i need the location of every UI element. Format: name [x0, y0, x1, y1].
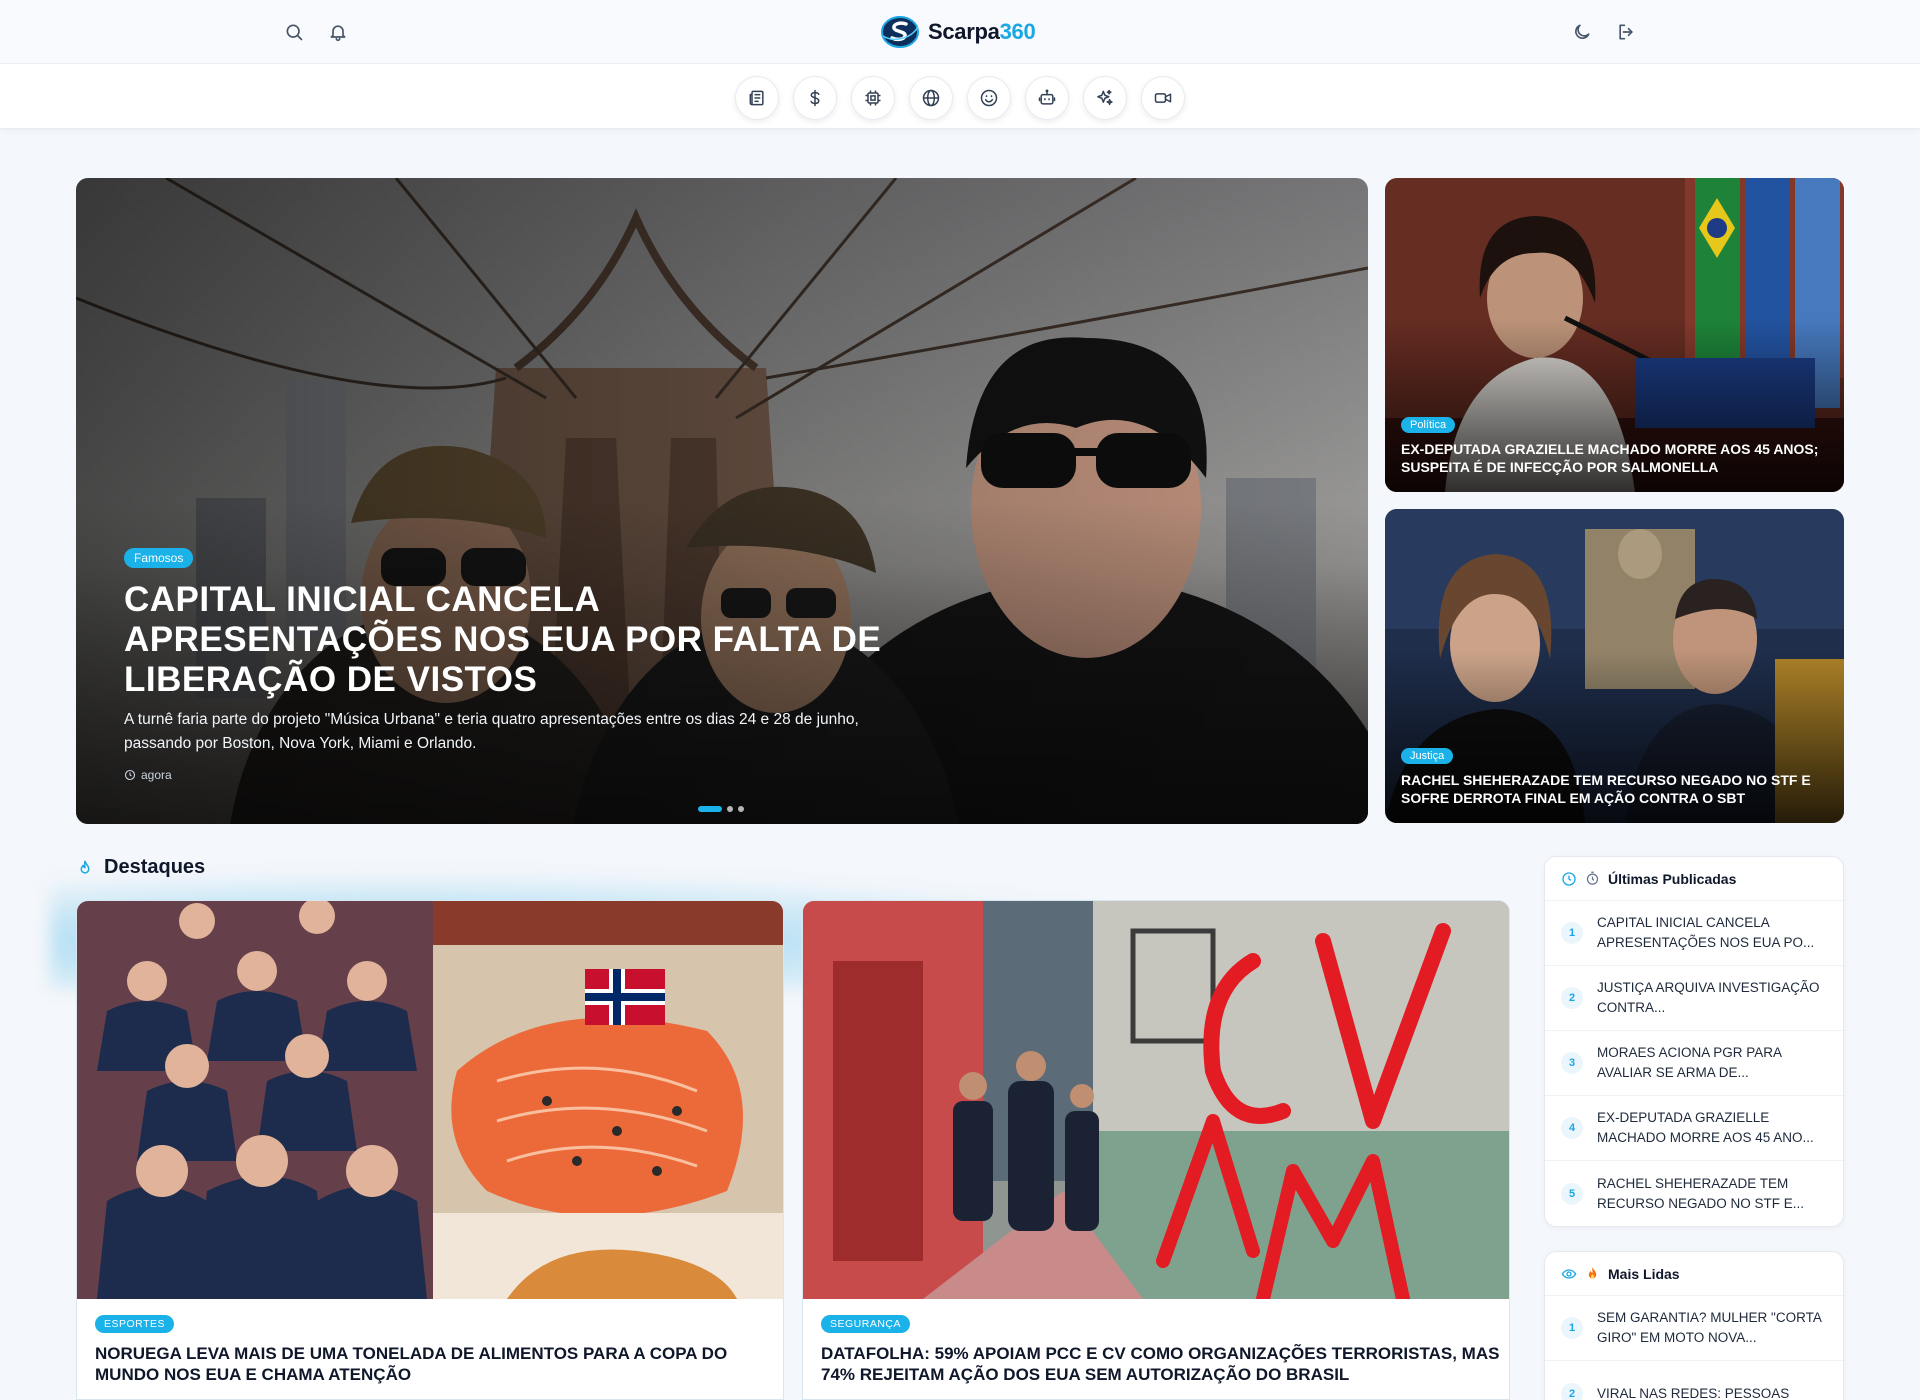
- hero-carousel[interactable]: Famosos Capital Inicial cancela apresent…: [76, 178, 1368, 824]
- featured-story-1-title[interactable]: Noruega leva mais de uma tonelada de ali…: [95, 1343, 775, 1385]
- rank-badge: 3: [1561, 1052, 1583, 1074]
- clock-icon: [124, 769, 136, 781]
- featured-story-1-badge[interactable]: ESPORTES: [95, 1315, 174, 1333]
- moon-icon[interactable]: [1568, 18, 1596, 46]
- rank-badge: 1: [1561, 1317, 1583, 1339]
- most-read-list: Mais Lidas 1 Sem garantia? Mulher "corta …: [1544, 1251, 1844, 1400]
- destaques-heading: Destaques: [76, 856, 205, 879]
- featured-story-1-image: [77, 901, 783, 1299]
- logout-icon[interactable]: [1612, 18, 1640, 46]
- latest-item-title[interactable]: Rachel Sheherazade tem recurso negado no…: [1597, 1174, 1827, 1214]
- category-entertainment-button[interactable]: [967, 76, 1011, 120]
- latest-item[interactable]: 2 Justiça arquiva investigação contra...: [1545, 966, 1843, 1031]
- rank-badge: 1: [1561, 922, 1583, 944]
- clock-icon: [1562, 871, 1576, 886]
- featured-story-2-image: [803, 901, 1509, 1299]
- category-ai-button[interactable]: [1025, 76, 1069, 120]
- globe-icon: [922, 89, 940, 107]
- top-header: Scarpa360: [0, 0, 1920, 64]
- rank-badge: 4: [1561, 1117, 1583, 1139]
- eye-icon: [1561, 1268, 1577, 1279]
- category-highlights-button[interactable]: [1083, 76, 1127, 120]
- latest-published-header: Últimas Publicadas: [1545, 857, 1843, 901]
- side-story-1[interactable]: Política Ex-deputada Grazielle Machado m…: [1385, 178, 1844, 492]
- hero-summary: A turnê faria parte do projeto "Música U…: [124, 711, 859, 752]
- category-tech-button[interactable]: [851, 76, 895, 120]
- side-story-1-badge[interactable]: Política: [1401, 417, 1456, 433]
- flame-icon: [80, 860, 90, 874]
- carousel-dot-3[interactable]: [738, 806, 744, 812]
- most-read-item-title[interactable]: Sem garantia? Mulher "corta giro" em mot…: [1597, 1308, 1827, 1348]
- category-world-button[interactable]: [909, 76, 953, 120]
- brand-name: Scarpa360: [928, 19, 1036, 44]
- latest-item[interactable]: 4 Ex-deputada Grazielle Machado morre aos…: [1545, 1096, 1843, 1161]
- latest-item-title[interactable]: Moraes aciona PGR para avaliar se arma d…: [1597, 1043, 1827, 1083]
- latest-published-list: Últimas Publicadas 1 Capital Inicial canc…: [1544, 856, 1844, 1227]
- side-story-1-title[interactable]: Ex-deputada Grazielle Machado morre aos …: [1401, 440, 1829, 476]
- side-story-2-title[interactable]: Rachel Sheherazade tem recurso negado no…: [1401, 771, 1829, 807]
- video-icon: [1154, 93, 1172, 103]
- dollar-icon: [810, 89, 820, 107]
- featured-story-2[interactable]: SEGURANÇA Datafolha: 59% apoiam PCC e CV…: [802, 900, 1510, 1400]
- rank-badge: 2: [1561, 987, 1583, 1009]
- featured-story-2-title[interactable]: Datafolha: 59% apoiam PCC e CV como orga…: [821, 1343, 1501, 1385]
- category-nav: [0, 64, 1920, 129]
- hero-title[interactable]: Capital Inicial cancela apresentações no…: [124, 580, 904, 700]
- category-news-button[interactable]: [735, 76, 779, 120]
- fire-icon: [1588, 1267, 1597, 1279]
- featured-story-2-badge[interactable]: SEGURANÇA: [821, 1315, 911, 1333]
- bell-icon[interactable]: [324, 18, 352, 46]
- most-read-item[interactable]: 1 Sem garantia? Mulher "corta giro" em mo…: [1545, 1296, 1843, 1361]
- latest-item[interactable]: 1 Capital Inicial cancela apresentações n…: [1545, 901, 1843, 966]
- most-read-item[interactable]: 2 Viral nas redes: pessoas: [1545, 1361, 1843, 1400]
- rank-badge: 5: [1561, 1182, 1583, 1205]
- category-economy-button[interactable]: [793, 76, 837, 120]
- carousel-dot-2[interactable]: [727, 806, 733, 812]
- latest-item-title[interactable]: Justiça arquiva investigação contra...: [1597, 978, 1827, 1018]
- latest-item-title[interactable]: Ex-deputada Grazielle Machado morre aos …: [1597, 1108, 1827, 1148]
- featured-story-1[interactable]: ESPORTES Noruega leva mais de uma tonela…: [76, 900, 784, 1400]
- most-read-item-title[interactable]: Viral nas redes: pessoas: [1597, 1384, 1789, 1400]
- most-read-header: Mais Lidas: [1545, 1252, 1843, 1296]
- robot-icon: [1038, 89, 1056, 105]
- carousel-indicators: [698, 806, 744, 812]
- stopwatch-icon: [1586, 871, 1599, 885]
- smile-icon: [980, 89, 998, 107]
- brand-logo-link[interactable]: Scarpa360: [880, 12, 1036, 52]
- category-video-button[interactable]: [1141, 76, 1185, 120]
- newspaper-icon: [749, 90, 764, 106]
- carousel-dot-1[interactable]: [698, 806, 722, 812]
- hero-category-badge[interactable]: Famosos: [124, 548, 194, 568]
- sparkles-icon: [1097, 89, 1113, 106]
- side-story-2[interactable]: Justiça Rachel Sheherazade tem recurso n…: [1385, 509, 1844, 823]
- hero-timestamp: agora: [124, 768, 172, 782]
- latest-item[interactable]: 5 Rachel Sheherazade tem recurso negado n…: [1545, 1161, 1843, 1226]
- side-story-2-badge[interactable]: Justiça: [1401, 748, 1454, 764]
- cpu-icon: [865, 90, 881, 106]
- latest-item-title[interactable]: Capital Inicial cancela apresentações no…: [1597, 913, 1827, 953]
- rank-badge: 2: [1561, 1382, 1583, 1400]
- brand-logo-icon: [881, 16, 919, 48]
- latest-item[interactable]: 3 Moraes aciona PGR para avaliar se arma …: [1545, 1031, 1843, 1096]
- search-icon[interactable]: [280, 18, 308, 46]
